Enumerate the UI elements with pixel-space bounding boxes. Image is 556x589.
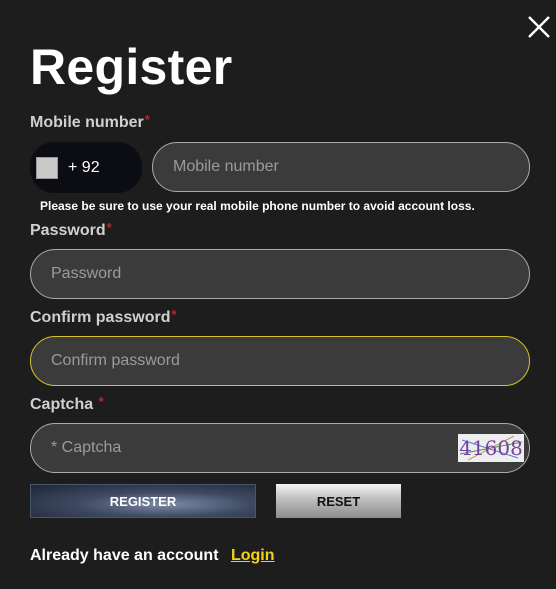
country-code-selector[interactable]: + 92	[30, 142, 142, 193]
required-mark: *	[106, 220, 112, 235]
login-prompt-text: Already have an account	[30, 547, 219, 564]
flag-icon	[36, 156, 58, 179]
captcha-label-text: Captcha	[30, 396, 94, 413]
password-label: Password*	[30, 220, 112, 240]
confirm-password-label: Confirm password*	[30, 307, 177, 327]
login-link[interactable]: Login	[231, 547, 275, 564]
password-input[interactable]	[30, 249, 530, 299]
page-title: Register	[30, 39, 233, 95]
mobile-number-label: Mobile number*	[30, 112, 150, 132]
register-modal: Register Mobile number* + 92 Please be s…	[0, 0, 556, 589]
password-label-text: Password	[30, 222, 106, 239]
reset-button[interactable]: RESET	[276, 484, 401, 518]
captcha-input[interactable]	[30, 423, 530, 473]
close-button[interactable]	[526, 14, 552, 40]
confirm-password-label-text: Confirm password	[30, 309, 171, 326]
captcha-label: Captcha *	[30, 394, 104, 414]
captcha-image[interactable]: 41608	[458, 434, 524, 462]
required-mark: *	[144, 112, 150, 127]
confirm-password-input[interactable]	[30, 336, 530, 386]
captcha-image-text: 41608	[459, 436, 523, 460]
close-icon	[528, 16, 550, 38]
country-code: + 92	[68, 158, 100, 176]
mobile-number-input[interactable]	[152, 142, 530, 192]
mobile-number-label-text: Mobile number	[30, 114, 144, 131]
required-mark: *	[171, 307, 177, 322]
register-button[interactable]: REGISTER	[30, 484, 256, 518]
login-prompt: Already have an account Login	[30, 547, 275, 565]
mobile-number-hint: Please be sure to use your real mobile p…	[40, 199, 475, 213]
required-mark: *	[98, 394, 104, 409]
